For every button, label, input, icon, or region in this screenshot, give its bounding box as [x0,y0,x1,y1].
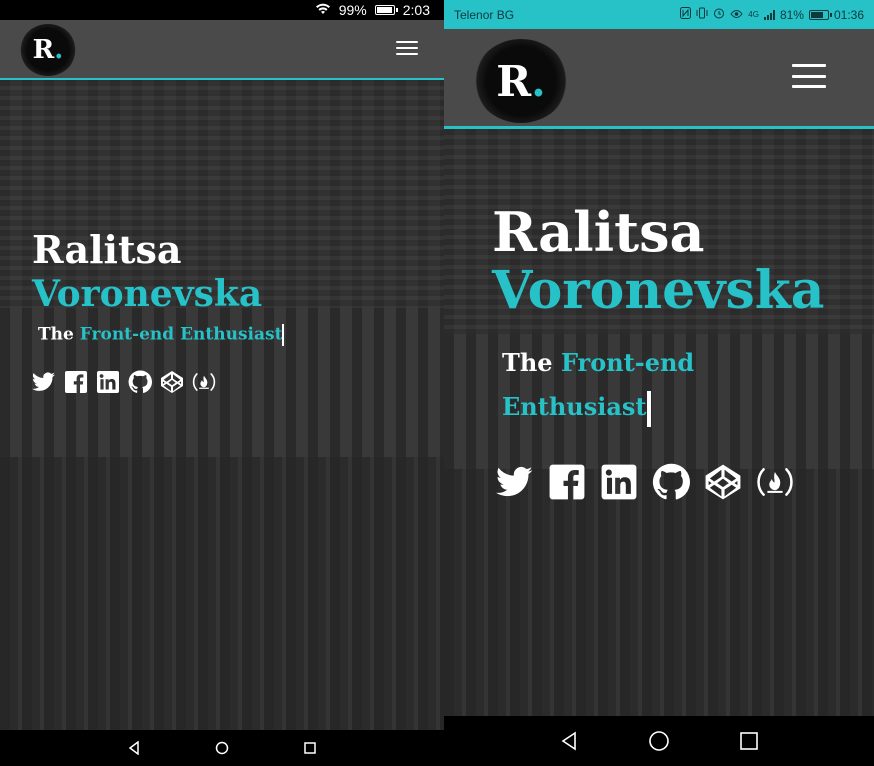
recents-icon[interactable] [303,741,317,755]
network-type: 4G [748,10,759,19]
hero-tagline: The Front-end Enthusiast [38,324,285,346]
github-icon [652,463,690,501]
status-bar: Telenor BG 4G 81% 01:36 [444,0,874,29]
tagline-prefix: The [502,348,561,377]
codepen-link[interactable] [160,370,184,394]
back-icon[interactable] [127,741,141,755]
clock: 2:03 [402,2,430,18]
clock: 01:36 [833,7,864,22]
hero-content: Ralitsa Voronevska The Front-end Enthusi… [32,227,285,394]
codepen-icon [160,370,184,394]
facebook-link[interactable] [64,370,88,394]
battery-percent: 99% [338,2,367,18]
twitter-link[interactable] [496,463,534,501]
facebook-link[interactable] [548,463,586,501]
hero-section: Ralitsa Voronevska The Front-end Enthusi… [444,129,874,716]
phone-screenshot-right: Telenor BG 4G 81% 01:36 R. Ralitsa Voron… [444,0,874,766]
hero-last-name: Voronevska [32,273,263,315]
carrier-name: Telenor BG [454,7,515,22]
codepen-link[interactable] [704,463,742,501]
recents-icon[interactable] [739,731,759,751]
twitter-icon [32,370,56,394]
battery-icon [374,5,398,15]
logo-dot: . [54,35,64,65]
hero-content: Ralitsa Voronevska The Front-end Enthusi… [492,203,824,501]
facebook-icon [548,463,586,501]
site-logo[interactable]: R. [20,24,76,76]
android-nav-bar [0,730,444,766]
logo-dot: . [531,56,546,106]
github-link[interactable] [128,370,152,394]
hero-section: Ralitsa Voronevska The Front-end Enthusi… [0,80,444,730]
status-bar: 99% 2:03 [0,0,444,20]
app-header: R. [0,20,444,80]
github-icon [128,370,152,394]
hamburger-menu-icon[interactable] [792,64,826,88]
freecodecamp-link[interactable] [192,370,216,394]
back-icon[interactable] [559,731,579,751]
vibrate-icon [696,7,708,22]
tagline-highlight: Front-end Enthusiast [79,324,283,345]
logo-letter: R [496,56,532,106]
social-links [32,370,284,394]
android-nav-bar [444,716,874,766]
phone-screenshot-left: 99% 2:03 R. Ralitsa Voronevska The Front… [0,0,444,766]
home-icon[interactable] [215,741,229,755]
hero-first-name: Ralitsa [492,200,705,264]
linkedin-icon [96,370,120,394]
freecodecamp-icon [756,463,794,501]
home-icon[interactable] [648,730,670,752]
battery-icon [808,9,832,20]
wifi-icon [315,2,331,18]
twitter-link[interactable] [32,370,56,394]
hamburger-menu-icon[interactable] [396,41,418,55]
hero-last-name: Voronevska [492,260,825,321]
freecodecamp-link[interactable] [756,463,794,501]
eye-comfort-icon [730,8,743,22]
freecodecamp-icon [192,370,216,394]
battery-percent: 81% [779,7,804,22]
site-logo[interactable]: R. [474,39,568,123]
typing-cursor [646,390,651,427]
nfc-icon [680,7,692,22]
alarm-icon [713,7,725,22]
hero-first-name: Ralitsa [32,227,182,272]
signal-icon [763,9,775,20]
twitter-icon [496,463,534,501]
linkedin-icon [600,463,638,501]
linkedin-link[interactable] [600,463,638,501]
social-links [496,463,824,501]
facebook-icon [64,370,88,394]
linkedin-link[interactable] [96,370,120,394]
github-link[interactable] [652,463,690,501]
app-header: R. [444,29,874,129]
hero-tagline: The Front-end Enthusiast [502,341,732,429]
typing-cursor [282,324,285,346]
codepen-icon [704,463,742,501]
tagline-prefix: The [38,324,80,345]
logo-letter: R [32,35,55,65]
